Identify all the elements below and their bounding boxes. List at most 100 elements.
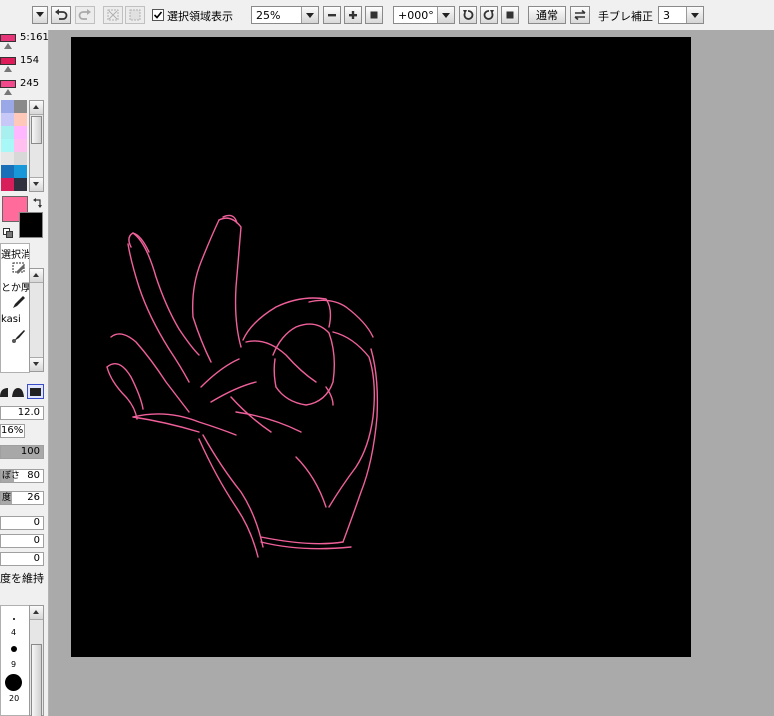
background-color[interactable] [19,212,43,238]
color-slider-row[interactable]: 5:161 [0,30,48,52]
pen-icon[interactable] [11,294,27,310]
min-size-field[interactable]: 16% [0,424,25,438]
scroll-down-button[interactable] [30,357,43,371]
eraser-icon[interactable] [11,260,27,276]
tool-list: 選択消し とか厚 kasi [0,243,30,373]
brush-size-label: 9 [11,660,17,669]
thickness-tool-label[interactable]: とか厚 [1,279,29,294]
keep-opacity-label[interactable]: 度を維持 [0,570,44,586]
color-swatch[interactable] [1,113,14,126]
top-toolbar: 選択領域表示 25% +000° 通常 手ブレ補正 3 [0,0,774,31]
square-icon [370,11,378,19]
rotation-select[interactable]: +000° [393,6,455,24]
rotation-reset-button[interactable] [501,6,519,24]
zoom-reset-button[interactable] [365,6,383,24]
scroll-up-button[interactable] [30,269,43,283]
left-tool-panel: 5:161 154 245 選択消し とか厚 kasi [0,30,49,716]
color-swatch[interactable] [1,126,14,139]
brush-size-label: 20 [9,694,20,703]
color-slider-row[interactable]: 245 [0,76,48,98]
deselect-tool-label[interactable]: 選択消し [1,246,29,261]
zoom-in-button[interactable] [344,6,362,24]
color-slider-row[interactable]: 154 [0,53,48,75]
blur-strength-label: ぼさ [2,471,21,481]
arrow-down-icon [33,182,39,186]
undo-icon [55,9,68,20]
scroll-thumb[interactable] [31,116,42,144]
color-slider-bar[interactable] [0,57,16,65]
stabilizer-select[interactable]: 3 [658,6,704,24]
brush-size-dot[interactable] [13,618,15,620]
chevron-down-icon [301,7,318,23]
brush-shape-soft-icon[interactable] [11,385,25,399]
slider-handle-icon[interactable] [4,43,12,49]
blur-tool-label[interactable]: kasi [1,314,21,325]
brush-param-field-c[interactable]: 0 [0,552,44,566]
chevron-down-icon [36,12,44,18]
selection-icon [129,9,141,21]
blend-mode-button[interactable]: 通常 [528,6,566,24]
hardness-value: 26 [27,492,40,503]
color-swatch[interactable] [14,139,27,152]
color-swatch[interactable] [1,100,14,113]
swap-arrows-icon[interactable] [33,198,43,208]
color-swatch[interactable] [14,126,27,139]
color-slider-bar[interactable] [0,34,16,42]
color-swatch[interactable] [14,113,27,126]
brush-size-label: 4 [11,628,17,637]
slider-handle-icon[interactable] [4,66,12,72]
slider-handle-icon[interactable] [4,89,12,95]
color-swatch[interactable] [1,152,14,165]
plus-icon [349,11,357,19]
select-all-toolbar-button[interactable] [125,6,145,24]
brush-size-dot[interactable] [5,674,22,691]
rotate-right-button[interactable] [480,6,498,24]
palette-scrollbar[interactable] [29,100,44,192]
color-swatch[interactable] [1,139,14,152]
rotate-left-icon [463,10,474,20]
density-slider[interactable]: 100 [0,445,44,459]
brush-param-field-b[interactable]: 0 [0,534,44,548]
zoom-select[interactable]: 25% [251,6,319,24]
brush-size-scrollbar[interactable] [29,605,44,716]
reset-colors-icon[interactable] [3,228,13,238]
deselect-toolbar-button[interactable] [103,6,123,24]
brush-size-dot[interactable] [11,646,17,652]
color-swatch[interactable] [14,178,27,191]
rotate-right-icon [483,10,494,20]
undo-button[interactable] [51,6,71,24]
blur-brush-icon[interactable] [11,328,27,344]
tool-list-scrollbar[interactable] [29,268,44,372]
toolbar-menu-dropdown[interactable] [32,6,48,24]
color-swatch[interactable] [1,178,14,191]
color-swatch[interactable] [14,165,27,178]
scroll-up-button[interactable] [30,101,43,115]
scroll-down-button[interactable] [30,177,43,191]
brush-shape-flat-icon [30,388,41,396]
color-swatch[interactable] [14,152,27,165]
redo-icon [78,9,91,20]
stabilizer-value: 3 [663,9,670,22]
show-selection-label: 選択領域表示 [167,10,233,23]
arrow-up-icon [33,105,39,109]
brush-param-field-a[interactable]: 0 [0,516,44,530]
rotate-left-button[interactable] [459,6,477,24]
hardness-slider[interactable]: 度 26 [0,491,44,505]
blur-strength-slider[interactable]: ぼさ 80 [0,469,44,483]
color-slider-bar[interactable] [0,80,16,88]
scroll-thumb[interactable] [31,644,42,716]
drawing-canvas[interactable] [71,37,691,657]
zoom-out-button[interactable] [323,6,341,24]
scroll-up-button[interactable] [30,606,43,620]
chevron-down-icon [686,7,703,23]
brush-shape-flat-button[interactable] [27,384,44,399]
flip-horizontal-button[interactable] [570,6,590,24]
brush-shape-round-icon[interactable] [0,385,10,399]
show-selection-checkbox[interactable] [152,9,164,21]
color-swatch[interactable] [1,165,14,178]
color-swatch[interactable] [14,100,27,113]
brush-shape-row [0,384,48,400]
brush-size-field[interactable]: 12.0 [0,406,44,420]
rotation-value: +000° [398,9,434,22]
redo-button[interactable] [75,6,95,24]
